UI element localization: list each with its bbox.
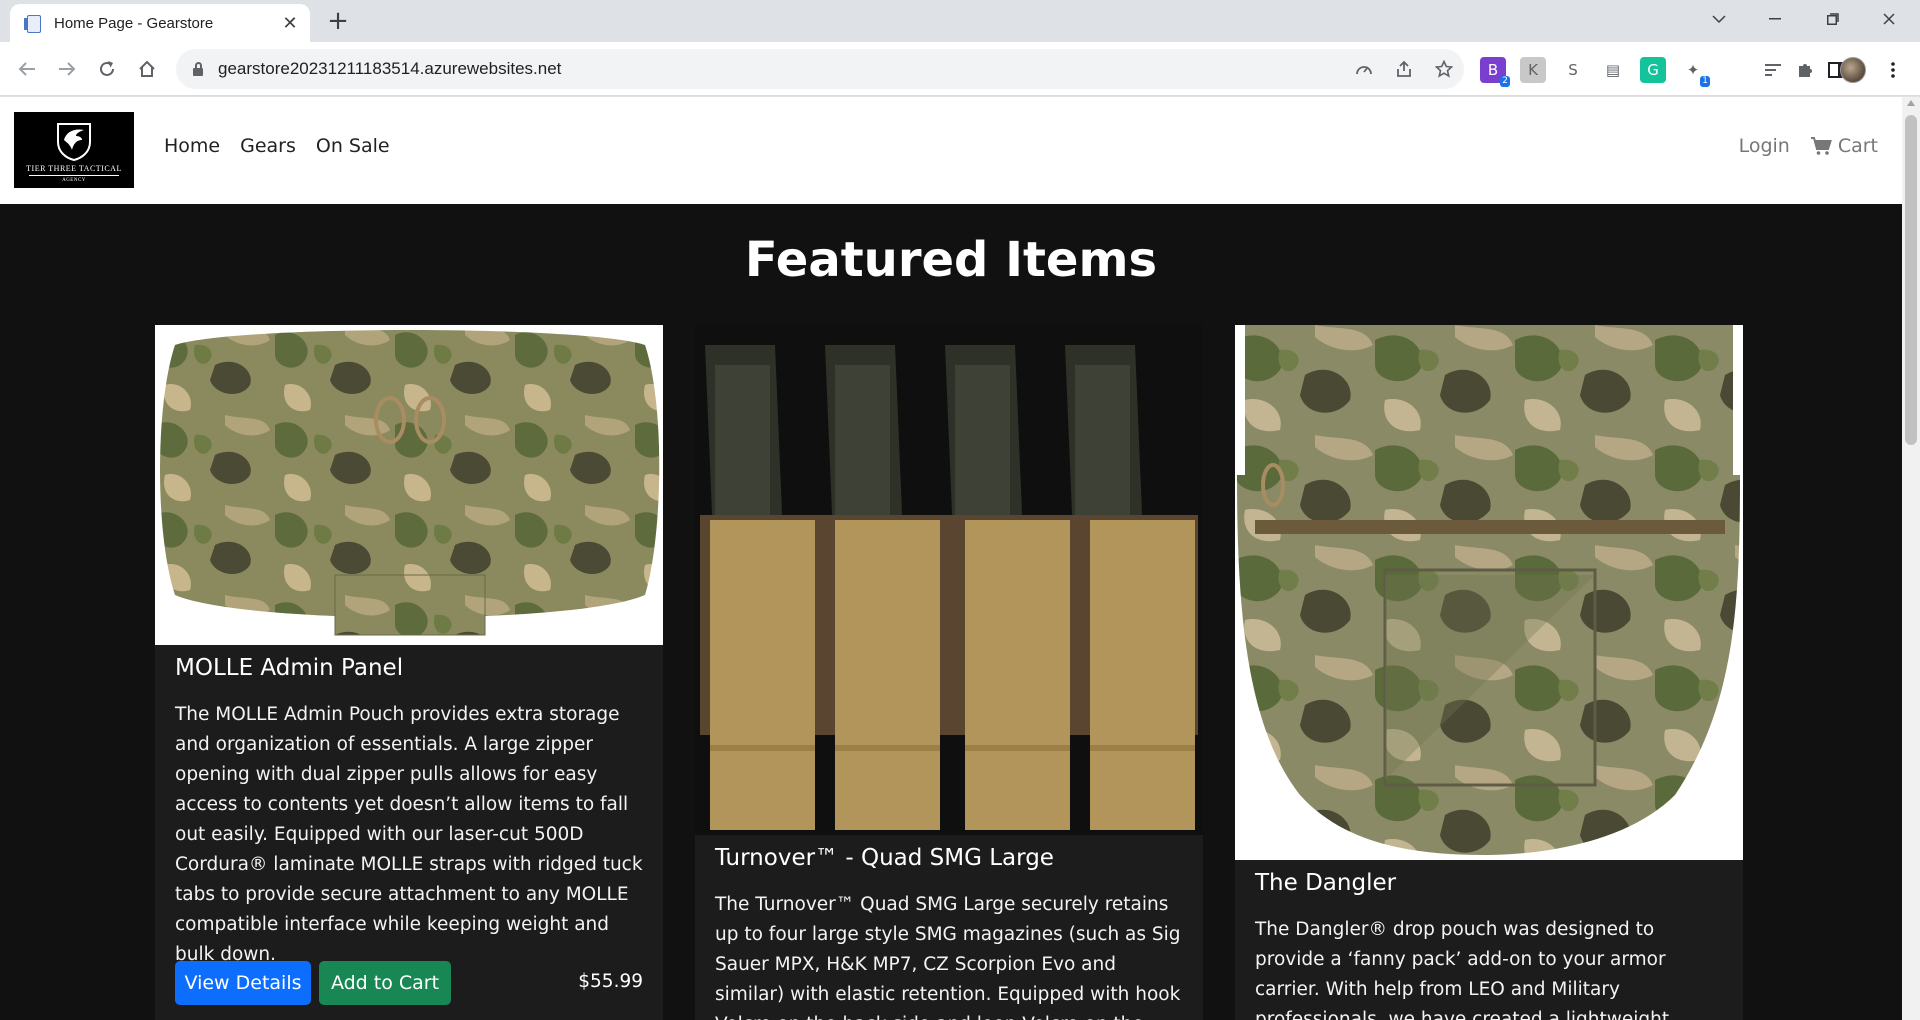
tab-title: Home Page - Gearstore [54, 14, 214, 32]
product-description: The Dangler® drop pouch was designed to … [1255, 919, 1675, 1020]
add-to-cart-button[interactable]: Add to Cart [319, 961, 451, 1005]
bookmark-star-icon[interactable] [1424, 49, 1464, 89]
product-image[interactable] [695, 325, 1203, 835]
page-favicon-icon [24, 14, 42, 33]
restore-button[interactable] [1810, 0, 1856, 38]
share-icon[interactable] [1384, 49, 1424, 89]
back-button[interactable] [12, 54, 42, 84]
nav-user-links: Login Cart [1739, 135, 1878, 157]
site-logo[interactable]: TIER THREE TACTICAL AGENCY [14, 112, 134, 188]
product-image[interactable] [1235, 325, 1743, 860]
ext-4-icon[interactable]: ▤ [1600, 57, 1626, 83]
nav-home-link[interactable]: Home [164, 135, 220, 157]
product-price: $55.99 [578, 971, 643, 992]
ext-5-icon[interactable]: G [1640, 57, 1666, 83]
tab-close-icon[interactable]: ✕ [280, 13, 300, 34]
address-bar[interactable]: gearstore20231211183514.azurewebsites.ne… [176, 49, 1464, 89]
chrome-menu-icon[interactable] [1880, 57, 1906, 83]
ext-6-icon[interactable]: ✦ 1 [1680, 57, 1710, 87]
reload-button[interactable] [92, 54, 122, 84]
home-button[interactable] [132, 54, 162, 84]
logo-text: TIER THREE TACTICAL [26, 163, 122, 173]
minimize-button[interactable] [1752, 0, 1798, 38]
site-navbar: TIER THREE TACTICAL AGENCY Home Gears On… [0, 97, 1902, 204]
page-scrollbar[interactable] [1902, 97, 1920, 1020]
browser-tab[interactable]: Home Page - Gearstore ✕ [10, 4, 310, 42]
extension-badge: 2 [1500, 76, 1510, 87]
product-title[interactable]: The Dangler [1255, 870, 1396, 896]
featured-items-heading: Featured Items [744, 232, 1158, 288]
ext-2-icon[interactable]: K [1520, 57, 1546, 83]
browser-tab-strip: Home Page - Gearstore ✕ + [0, 0, 1920, 42]
nav-login-link[interactable]: Login [1739, 135, 1790, 157]
performance-icon[interactable] [1344, 49, 1384, 89]
ext-3-icon[interactable]: S [1560, 57, 1586, 83]
profile-avatar[interactable] [1840, 57, 1866, 83]
product-card: Turnover™ - Quad SMG Large The Turnover™… [695, 325, 1203, 1020]
extension-badge: 1 [1700, 76, 1710, 87]
close-window-button[interactable] [1866, 0, 1912, 38]
new-tab-button[interactable]: + [322, 6, 354, 38]
nav-cart-link[interactable]: Cart [1810, 135, 1878, 157]
page-viewport: TIER THREE TACTICAL AGENCY Home Gears On… [0, 97, 1920, 1020]
product-description: The Turnover™ Quad SMG Large securely re… [715, 894, 1181, 1020]
scrollbar-thumb[interactable] [1905, 115, 1917, 445]
logo-divider [29, 174, 119, 176]
extensions-puzzle-icon[interactable] [1792, 57, 1818, 83]
product-description: The MOLLE Admin Pouch provides extra sto… [175, 704, 643, 965]
lock-icon[interactable] [192, 62, 204, 76]
cart-icon [1810, 137, 1832, 155]
browser-toolbar: gearstore20231211183514.azurewebsites.ne… [0, 42, 1920, 96]
product-image[interactable] [155, 325, 663, 645]
ext-1-icon[interactable]: B2 [1480, 57, 1510, 87]
scroll-up-arrow-icon[interactable] [1907, 100, 1915, 106]
main-nav-links: Home Gears On Sale [164, 135, 390, 157]
product-card: The Dangler The Dangler® drop pouch was … [1235, 325, 1743, 1020]
forward-button[interactable] [52, 54, 82, 84]
view-details-button[interactable]: View Details [175, 961, 311, 1005]
tab-history-icon[interactable] [1760, 57, 1786, 83]
logo-subtext: AGENCY [62, 177, 86, 183]
product-title[interactable]: MOLLE Admin Panel [175, 655, 403, 681]
product-card: MOLLE Admin Panel The MOLLE Admin Pouch … [155, 325, 663, 1020]
product-title[interactable]: Turnover™ - Quad SMG Large [715, 845, 1054, 871]
url-text[interactable]: gearstore20231211183514.azurewebsites.ne… [218, 59, 1344, 79]
nav-gears-link[interactable]: Gears [240, 135, 296, 157]
eagle-emblem-icon [57, 122, 91, 161]
tab-search-icon[interactable] [1696, 0, 1742, 38]
cart-label: Cart [1837, 135, 1878, 157]
nav-on-sale-link[interactable]: On Sale [316, 135, 390, 157]
